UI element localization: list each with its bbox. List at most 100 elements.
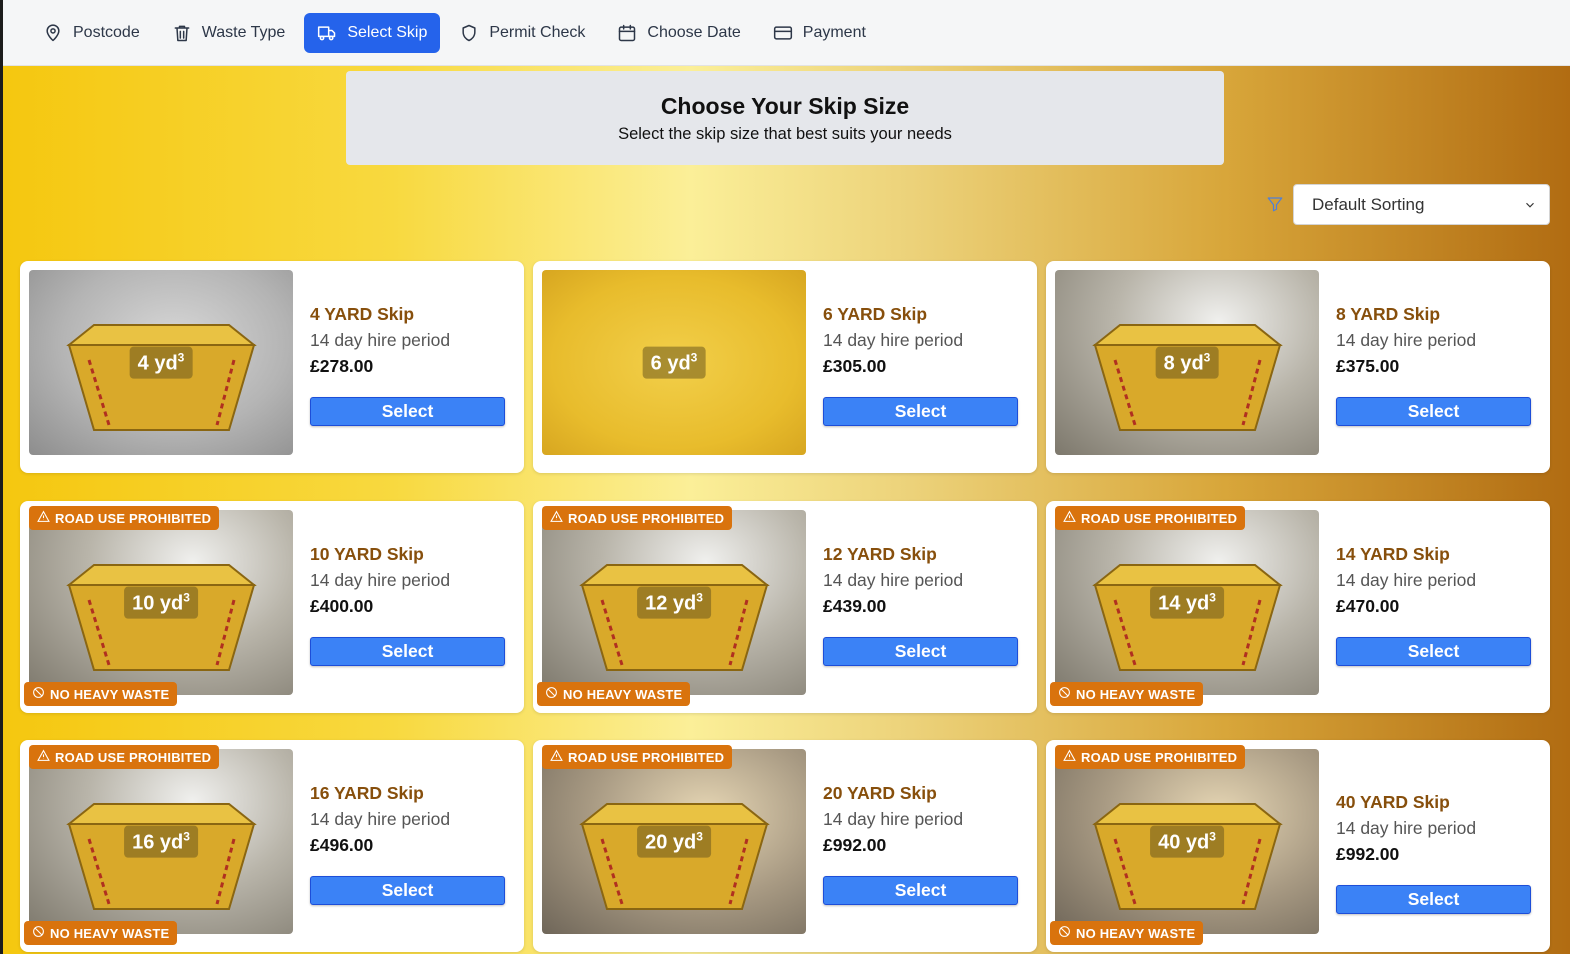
step-payment[interactable]: Payment <box>760 13 879 53</box>
skip-size-unit: 3 <box>1203 350 1211 365</box>
truck-icon <box>318 25 336 40</box>
hire-period: 14 day hire period <box>823 570 964 590</box>
trash-icon <box>174 25 190 41</box>
step-label: Payment <box>802 23 866 41</box>
badge-text: NO HEAVY WASTE <box>50 925 170 941</box>
step-waste-type[interactable]: Waste Type <box>159 13 299 53</box>
road-use-prohibited-badge: ROAD USE PROHIBITED <box>542 506 733 530</box>
warning-icon <box>550 749 563 765</box>
skip-title: 12 YARD Skip <box>823 544 937 564</box>
skip-size-text: 40 yd <box>1158 830 1210 853</box>
skip-card: 12 yd3 ROAD USE PROHIBITED NO HEAVY WASTE 1… <box>533 501 1037 713</box>
badge-text: ROAD USE PROHIBITED <box>1081 510 1238 526</box>
skip-title: 40 YARD Skip <box>1336 792 1450 812</box>
sort-selected-value: Default Sorting <box>1312 194 1425 214</box>
warning-icon <box>37 510 50 526</box>
skip-price: £278.00 <box>310 356 374 376</box>
badge-text: NO HEAVY WASTE <box>563 686 683 702</box>
skip-title: 4 YARD Skip <box>310 304 415 324</box>
skip-title: 6 YARD Skip <box>823 304 928 324</box>
ban-icon <box>545 686 558 702</box>
hire-period: 14 day hire period <box>823 809 964 829</box>
skip-info: 20 YARD Skip 14 day hire period £992.00 Sel… <box>823 783 1019 905</box>
select-skip-button[interactable]: Select <box>310 637 505 666</box>
select-skip-button[interactable]: Select <box>823 397 1018 426</box>
skip-price: £439.00 <box>823 596 887 616</box>
step-select-skip[interactable]: Select Skip <box>304 12 441 53</box>
skip-info: 6 YARD Skip 14 day hire period £305.00 Sele… <box>823 304 1019 426</box>
skip-size-unit: 3 <box>183 829 190 844</box>
warning-icon <box>1063 749 1076 765</box>
skip-card: 14 yd3 ROAD USE PROHIBITED NO HEAVY WASTE 1… <box>1046 501 1550 713</box>
skip-size-label: 6 yd3 <box>642 346 706 379</box>
hire-period: 14 day hire period <box>310 809 451 829</box>
road-use-prohibited-badge: ROAD USE PROHIBITED <box>1055 506 1246 530</box>
skip-size-label: 10 yd3 <box>124 586 198 619</box>
select-skip-button[interactable]: Select <box>1336 397 1531 426</box>
progress-steps: Postcode Waste Type Select Skip Permit C… <box>3 0 1570 66</box>
step-label: Waste Type <box>201 23 286 41</box>
step-permit-check[interactable]: Permit Check <box>446 13 598 53</box>
skip-size-text: 20 yd <box>645 830 697 853</box>
hire-period: 14 day hire period <box>1336 818 1477 838</box>
skip-image: 6 yd3 <box>542 270 806 455</box>
warning-icon <box>37 749 50 765</box>
badge-text: ROAD USE PROHIBITED <box>568 510 725 526</box>
skip-image: 40 yd3 <box>1055 749 1319 934</box>
select-skip-button[interactable]: Select <box>1336 637 1531 666</box>
select-skip-button[interactable]: Select <box>1336 885 1531 914</box>
skip-info: 16 YARD Skip 14 day hire period £496.00 Sel… <box>310 783 506 905</box>
badge-text: NO HEAVY WASTE <box>1076 925 1196 941</box>
page-subtitle: Select the skip size that best suits you… <box>618 125 952 143</box>
skip-title: 20 YARD Skip <box>823 783 937 803</box>
shield-icon <box>462 24 476 41</box>
skip-size-text: 16 yd <box>132 830 184 853</box>
select-skip-button[interactable]: Select <box>310 876 505 905</box>
badge-text: ROAD USE PROHIBITED <box>1081 749 1238 765</box>
select-skip-button[interactable]: Select <box>823 637 1018 666</box>
step-choose-date[interactable]: Choose Date <box>604 13 753 53</box>
warning-icon <box>550 510 563 526</box>
road-use-prohibited-badge: ROAD USE PROHIBITED <box>29 506 220 530</box>
select-skip-button[interactable]: Select <box>310 397 505 426</box>
badge-text: ROAD USE PROHIBITED <box>568 749 725 765</box>
skip-info: 8 YARD Skip 14 day hire period £375.00 Sele… <box>1336 304 1532 426</box>
no-heavy-waste-badge: NO HEAVY WASTE <box>24 921 178 945</box>
no-heavy-waste-badge: NO HEAVY WASTE <box>24 682 178 706</box>
credit-card-icon <box>773 25 792 40</box>
skip-price: £992.00 <box>823 835 887 855</box>
step-label: Postcode <box>73 23 140 41</box>
hire-period: 14 day hire period <box>1336 330 1477 350</box>
step-label: Choose Date <box>647 23 741 41</box>
skip-size-label: 14 yd3 <box>1150 586 1224 619</box>
filter-icon[interactable] <box>1266 195 1284 213</box>
hire-period: 14 day hire period <box>1336 570 1477 590</box>
hire-period: 14 day hire period <box>310 330 451 350</box>
select-skip-button[interactable]: Select <box>823 876 1018 905</box>
ban-icon <box>32 925 45 941</box>
skip-image: 14 yd3 <box>1055 510 1319 695</box>
skip-size-unit: 3 <box>177 350 185 365</box>
badge-text: NO HEAVY WASTE <box>50 686 170 702</box>
badge-text: ROAD USE PROHIBITED <box>55 510 212 526</box>
skip-info: 10 YARD Skip 14 day hire period £400.00 Sel… <box>310 544 506 666</box>
skip-price: £305.00 <box>823 356 887 376</box>
skip-title: 8 YARD Skip <box>1336 304 1441 324</box>
sort-select[interactable]: Default Sorting <box>1293 184 1550 225</box>
skip-price: £470.00 <box>1336 596 1400 616</box>
skip-size-text: 12 yd <box>645 591 697 614</box>
skip-size-label: 40 yd3 <box>1150 825 1224 858</box>
skip-size-unit: 3 <box>1209 829 1216 844</box>
step-postcode[interactable]: Postcode <box>30 13 153 53</box>
skip-size-label: 8 yd3 <box>1155 346 1219 379</box>
badge-text: NO HEAVY WASTE <box>1076 686 1196 702</box>
calendar-icon <box>619 24 636 41</box>
step-label: Select Skip <box>347 23 428 41</box>
skip-card: 6 yd3 6 YARD Skip 14 day hire period £305.0… <box>533 261 1037 473</box>
skip-size-label: 4 yd3 <box>129 346 193 379</box>
skip-size-text: 6 yd <box>650 351 691 374</box>
skip-card: 8 yd3 8 YARD Skip 14 day hire period £375.0… <box>1046 261 1550 473</box>
ban-icon <box>1058 686 1071 702</box>
ban-icon <box>32 686 45 702</box>
skip-card: 4 yd3 4 YARD Skip 14 day hire period £278.0… <box>20 261 524 473</box>
